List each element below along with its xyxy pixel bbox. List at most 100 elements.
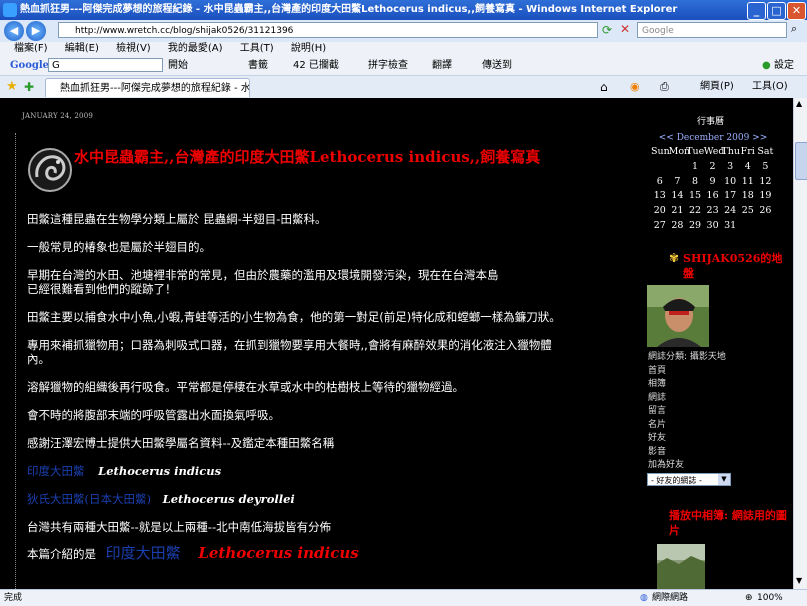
search-icon[interactable]: ⌕: [791, 22, 797, 36]
calendar-week: 20 21 22 23 24 25 26: [651, 205, 775, 220]
calendar-day[interactable]: 29: [686, 220, 704, 235]
calendar-day: [651, 161, 669, 176]
google-go-button[interactable]: 開始: [168, 56, 188, 75]
vertical-scrollbar[interactable]: ▲ ▼: [793, 98, 807, 589]
post-title[interactable]: 水中昆蟲霸主,,台灣產的印度大田鱉Lethocerus indicus,,飼養寫…: [74, 149, 584, 165]
profile-title[interactable]: SHIJAK0526的地盤: [683, 251, 791, 281]
menu-view[interactable]: 檢視(V): [116, 43, 151, 54]
zoom-level[interactable]: 100%: [757, 590, 783, 606]
dragon-emblem-icon: [28, 148, 72, 192]
post-paragraph: 感謝汪澤宏博士提供大田鱉學屬名資料--及鑑定本種田鱉名稱: [27, 436, 335, 450]
calendar-day[interactable]: 27: [651, 220, 669, 235]
calendar-day[interactable]: 11: [739, 176, 757, 191]
friend-blog-select[interactable]: - 好友的網誌 - ▼: [647, 473, 731, 486]
album-thumbnail[interactable]: [657, 544, 705, 589]
sidebar-link-video[interactable]: 影音: [648, 446, 666, 460]
menu-file[interactable]: 檔案(F): [14, 43, 48, 54]
calendar-day[interactable]: 16: [704, 190, 722, 205]
calendar-day[interactable]: 6: [651, 176, 669, 191]
calendar-day[interactable]: 30: [704, 220, 722, 235]
calendar-day[interactable]: 31: [721, 220, 739, 235]
calendar-day[interactable]: 26: [757, 205, 775, 220]
post-paragraph: 早期在台灣的水田、池塘裡非常的常見，但由於農藥的濫用及環境開發污染，現在在台灣本…: [27, 268, 499, 282]
calendar-day[interactable]: 14: [669, 190, 687, 205]
forward-button[interactable]: ▶: [26, 21, 46, 41]
sidebar-link-card[interactable]: 名片: [648, 419, 666, 433]
calendar-day[interactable]: 20: [651, 205, 669, 220]
translate-button[interactable]: 翻譯: [432, 56, 452, 75]
calendar-day[interactable]: 13: [651, 190, 669, 205]
settings-button[interactable]: 設定: [774, 56, 794, 75]
sidebar-link-blog[interactable]: 網誌: [648, 392, 666, 406]
avatar[interactable]: [647, 285, 709, 347]
zoom-icon[interactable]: ⊕: [745, 590, 753, 606]
back-button[interactable]: ◀: [4, 21, 24, 41]
close-button[interactable]: ✕: [787, 2, 806, 20]
album-title[interactable]: 播放中相簿: 網誌用的圖片: [669, 508, 787, 538]
calendar-day[interactable]: 3: [721, 161, 739, 176]
minimize-button[interactable]: _: [747, 2, 766, 20]
settings-icon[interactable]: ●: [762, 56, 771, 75]
rss-icon[interactable]: ◉: [630, 76, 640, 98]
calendar-day[interactable]: 22: [686, 205, 704, 220]
calendar-day[interactable]: 17: [721, 190, 739, 205]
calendar-day[interactable]: 4: [739, 161, 757, 176]
menu-favorites[interactable]: 我的最愛(A): [168, 43, 223, 54]
calendar-day[interactable]: 15: [686, 190, 704, 205]
status-text: 完成: [4, 593, 23, 603]
popup-blocked-button[interactable]: 42 已攔截: [293, 56, 339, 75]
calendar-day[interactable]: 2: [704, 161, 722, 176]
home-icon[interactable]: ⌂: [600, 76, 608, 98]
calendar-day[interactable]: 18: [739, 190, 757, 205]
calendar-day[interactable]: 7: [669, 176, 687, 191]
weekday: Mon: [668, 146, 691, 157]
favorites-star-icon[interactable]: ★: [6, 76, 18, 98]
menu-help[interactable]: 說明(H): [291, 43, 326, 54]
calendar-day[interactable]: 28: [669, 220, 687, 235]
calendar-month[interactable]: << December 2009 >>: [651, 133, 775, 143]
print-icon[interactable]: ⎙: [660, 76, 669, 98]
calendar-day[interactable]: 8: [686, 176, 704, 191]
stop-icon[interactable]: ✕: [620, 22, 630, 36]
calendar-day[interactable]: 21: [669, 205, 687, 220]
url-input[interactable]: http://www.wretch.cc/blog/shijak0526/311…: [58, 22, 598, 38]
calendar-week: 6 7 8 9 10 11 12: [651, 176, 775, 191]
calendar-day[interactable]: 10: [721, 176, 739, 191]
maximize-button[interactable]: □: [767, 2, 786, 20]
dotted-divider: [15, 133, 16, 589]
sendto-button[interactable]: 傳送到: [482, 56, 512, 75]
calendar-day[interactable]: 12: [757, 176, 775, 191]
sidebar-link-add-friend[interactable]: 加為好友: [648, 459, 684, 473]
google-search-input[interactable]: G: [48, 58, 163, 72]
scroll-down-icon[interactable]: ▼: [796, 576, 802, 585]
post-paragraph: 內。: [27, 352, 50, 366]
calendar-day[interactable]: 23: [704, 205, 722, 220]
bookmarks-button[interactable]: 書籤: [248, 56, 268, 75]
post-paragraph: 田鱉主要以捕食水中小魚,小蝦,青蛙等活的小生物為食，他的第一對足(前足)特化成和…: [27, 310, 561, 324]
sidebar-link-guestbook[interactable]: 留言: [648, 405, 666, 419]
calendar-day[interactable]: 25: [739, 205, 757, 220]
calendar-day[interactable]: 1: [686, 161, 704, 176]
scroll-thumb[interactable]: [795, 142, 807, 180]
tools-menu-button[interactable]: 工具(O): [752, 76, 788, 98]
sidebar-link-home[interactable]: 首頁: [648, 365, 666, 379]
search-input[interactable]: Google: [637, 22, 787, 38]
spellcheck-button[interactable]: 拼字檢查: [368, 56, 408, 75]
refresh-icon[interactable]: ⟳: [602, 23, 612, 37]
calendar-grid: 1 2 3 4 5 6 7 8 9 10 11 12 13 14 15 16 17 18 19 20 21 22 23 24 2…: [651, 161, 775, 235]
sidebar-link-friends[interactable]: 好友: [648, 432, 666, 446]
calendar-day[interactable]: 19: [757, 190, 775, 205]
calendar: << December 2009 >> Sun Mon Tue Wed Thu …: [651, 133, 775, 235]
menu-edit[interactable]: 編輯(E): [65, 43, 99, 54]
blog-category[interactable]: 網誌分類: 攝影天地: [648, 351, 726, 365]
menu-tools[interactable]: 工具(T): [240, 43, 274, 54]
add-favorites-icon[interactable]: ✚: [24, 76, 34, 98]
scroll-up-icon[interactable]: ▲: [796, 99, 802, 108]
calendar-day[interactable]: 24: [721, 205, 739, 220]
page-menu-button[interactable]: 網頁(P): [700, 76, 734, 98]
intro-label: 本篇介紹的是: [27, 547, 96, 561]
calendar-day[interactable]: 5: [757, 161, 775, 176]
calendar-day[interactable]: 9: [704, 176, 722, 191]
sidebar-link-album[interactable]: 相簿: [648, 378, 666, 392]
active-tab[interactable]: 熱血抓狂男---阿傑完成夢想的旅程紀錄 - 水中昆...: [45, 78, 250, 97]
